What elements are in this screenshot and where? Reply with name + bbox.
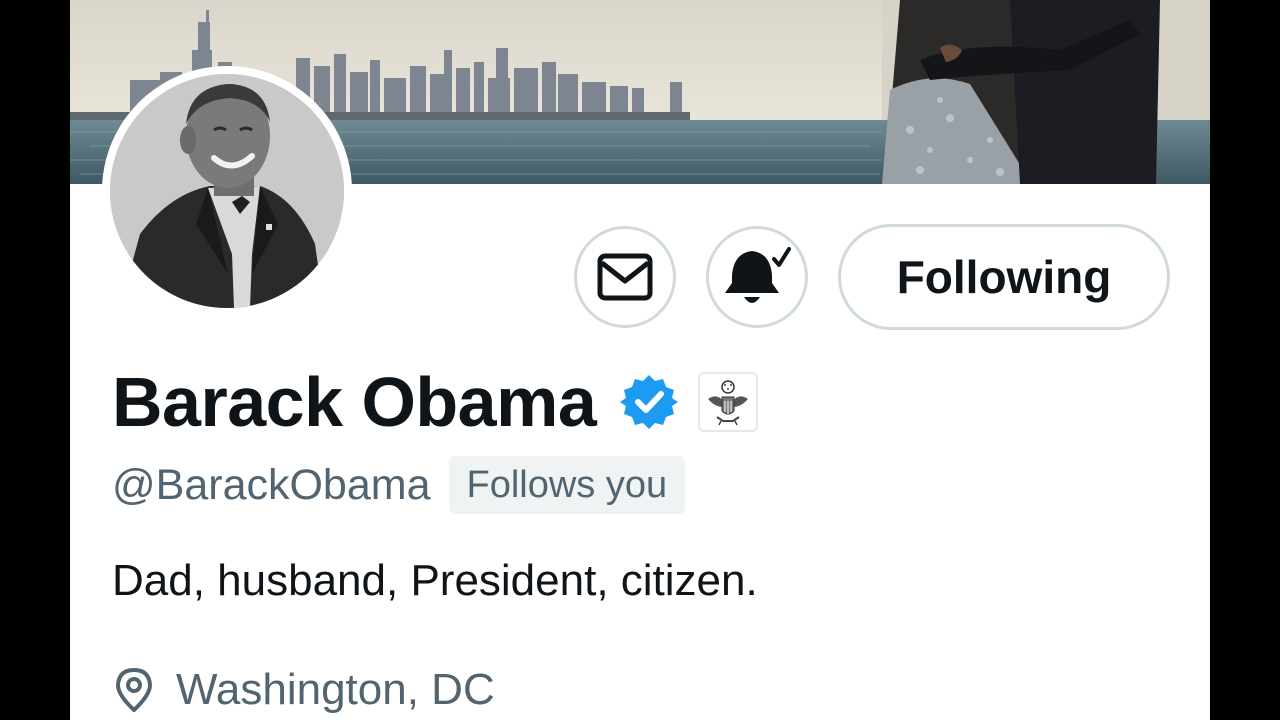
profile-avatar-frame [102,66,352,316]
display-name: Barack Obama [112,363,597,441]
location-text: Washington, DC [176,665,495,714]
profile-page: Following Barack Obama @BarackObama Foll… [70,0,1210,720]
user-handle: @BarackObama [112,460,431,509]
profile-location: Washington, DC [114,660,495,720]
affiliate-badge[interactable] [698,372,759,432]
follows-you-badge: Follows you [448,456,686,514]
bell-check-icon [725,247,791,303]
message-button[interactable] [574,226,676,328]
profile-handle-row: @BarackObama Follows you [112,454,686,516]
location-pin-icon [116,668,152,712]
verified-badge-icon[interactable] [620,373,679,431]
envelope-icon [597,253,653,301]
following-button[interactable]: Following [838,224,1170,330]
avatar[interactable] [110,74,344,308]
government-seal-icon [708,380,749,426]
profile-bio: Dad, husband, President, citizen. [112,556,758,605]
notifications-button[interactable] [706,226,808,328]
profile-name-row: Barack Obama [112,360,759,444]
